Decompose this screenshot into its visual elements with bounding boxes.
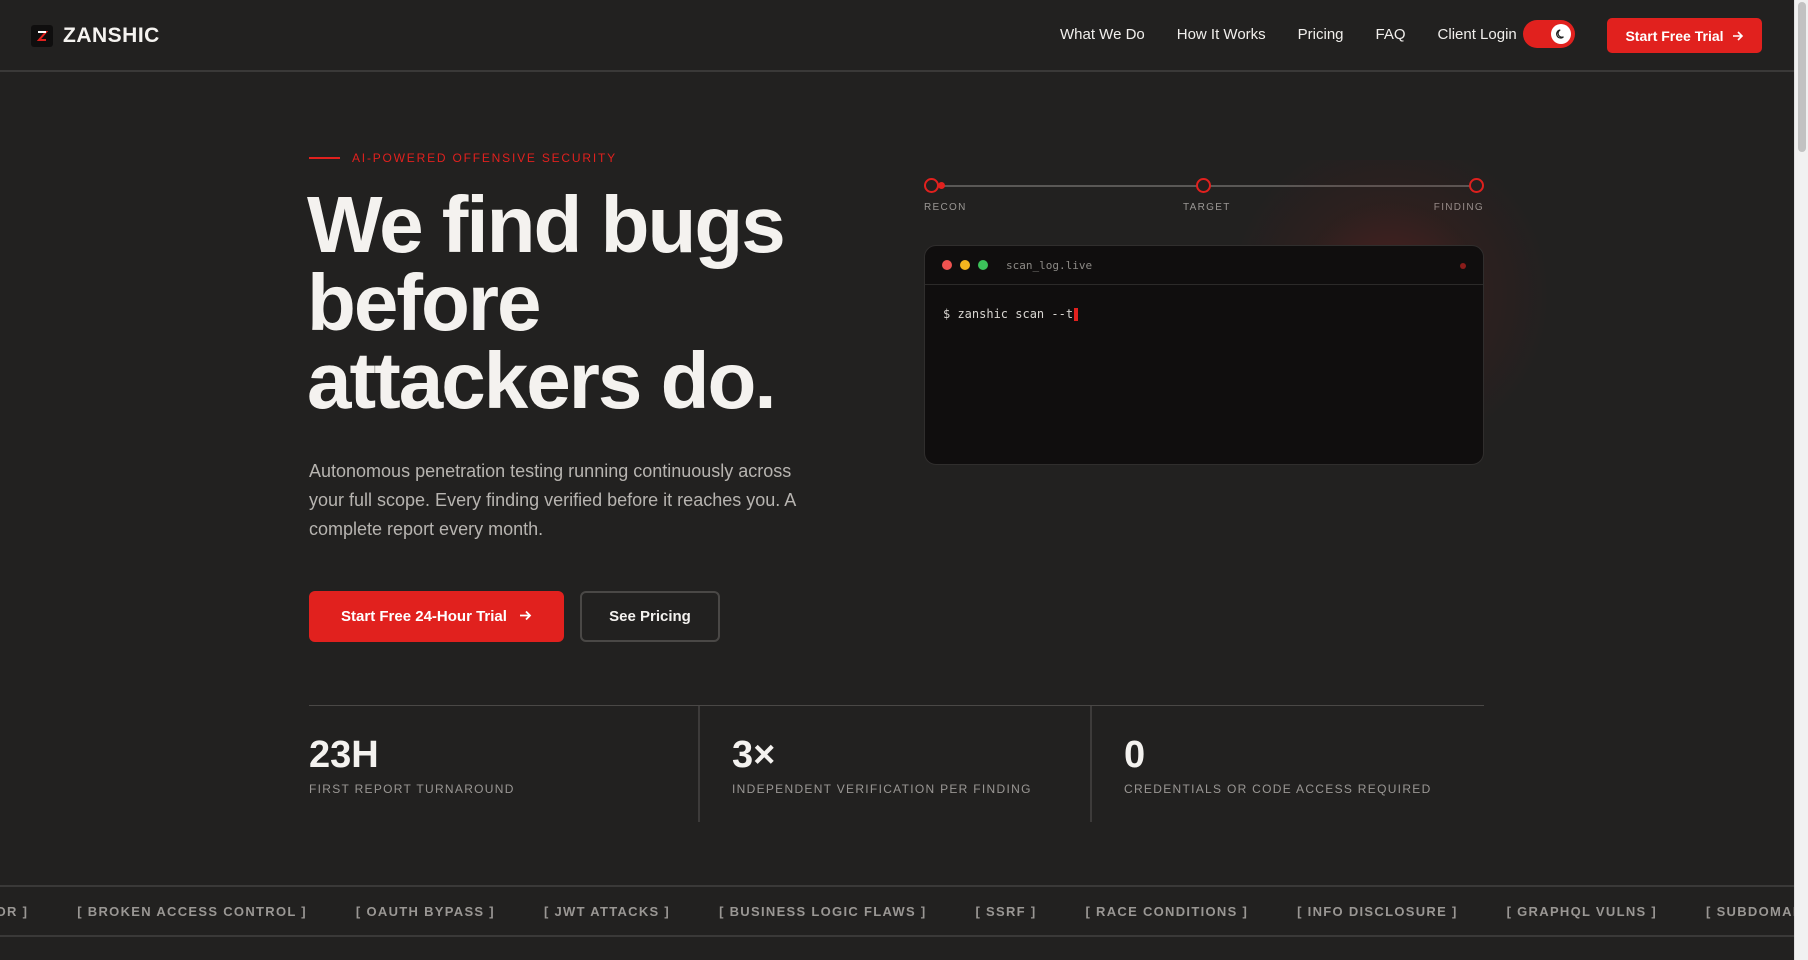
- brand-name: ZANSHIC: [63, 24, 160, 47]
- eyebrow-text: AI-POWERED OFFENSIVE SECURITY: [352, 151, 617, 165]
- marquee-item: [ INFO DISCLOSURE ]: [1297, 903, 1458, 919]
- minimize-dot-icon: [960, 260, 970, 270]
- stat-value: 23H: [309, 734, 379, 776]
- top-navbar: ZANSHIC What We Do How It Works Pricing …: [0, 0, 1794, 72]
- nav-link-what-we-do[interactable]: What We Do: [1060, 26, 1145, 43]
- marquee-item: IDOR ]: [0, 903, 29, 919]
- stat-value: 0: [1124, 734, 1146, 776]
- arrow-right-icon: [1732, 28, 1744, 44]
- close-dot-icon: [942, 260, 952, 270]
- marquee-item: [ GRAPHQL VULNS ]: [1506, 903, 1658, 919]
- marquee-item: [ OAUTH BYPASS ]: [355, 903, 495, 919]
- terminal-window: scan_log.live $ zanshic scan --t: [924, 245, 1484, 465]
- see-pricing-button[interactable]: See Pricing: [580, 591, 720, 642]
- logo-mark-icon: [31, 25, 53, 47]
- scrollbar-thumb[interactable]: [1798, 2, 1806, 152]
- marquee-track: IDOR ] [ BROKEN ACCESS CONTROL ] [ OAUTH…: [0, 887, 1794, 935]
- headline-line-2: before: [307, 258, 542, 347]
- cursor-icon: [1074, 307, 1079, 321]
- theme-toggle[interactable]: [1523, 20, 1575, 48]
- page-scrollbar[interactable]: [1794, 0, 1808, 960]
- timeline-label-finding: FINDING: [1433, 202, 1484, 213]
- terminal-header: scan_log.live: [925, 246, 1483, 285]
- nav-links: What We Do How It Works Pricing FAQ Clie…: [1060, 26, 1517, 43]
- marquee-item: [ BROKEN ACCESS CONTROL ]: [77, 903, 307, 919]
- stat-label: INDEPENDENT VERIFICATION PER FINDING: [732, 782, 1032, 796]
- nav-link-faq[interactable]: FAQ: [1376, 26, 1406, 43]
- marquee-item: [ BUSINESS LOGIC FLAWS ]: [719, 903, 927, 919]
- nav-link-pricing[interactable]: Pricing: [1298, 26, 1344, 43]
- headline-line-1: We find bugs: [307, 180, 786, 269]
- terminal-title: scan_log.live: [1006, 258, 1093, 272]
- start-free-trial-label: Start Free Trial: [1625, 27, 1724, 44]
- stat-label: FIRST REPORT TURNAROUND: [309, 782, 515, 796]
- hero-headline: We find bugs before attackers do.: [307, 180, 867, 425]
- marquee-item: [ JWT ATTACKS ]: [543, 903, 671, 919]
- eyebrow-line: [309, 157, 340, 159]
- timeline-label-recon: RECON: [924, 202, 967, 213]
- brand-logo[interactable]: ZANSHIC: [31, 24, 160, 48]
- terminal-body: $ zanshic scan --t: [925, 285, 1483, 343]
- stat-divider: [1090, 706, 1092, 822]
- headline-line-3: attackers do.: [307, 336, 777, 425]
- stat-label: CREDENTIALS OR CODE ACCESS REQUIRED: [1124, 782, 1432, 796]
- timeline-node-target: [1196, 178, 1211, 193]
- terminal-command: $ zanshic scan --t: [943, 307, 1074, 321]
- timeline-node-recon: [924, 178, 939, 193]
- timeline-progress-dot: [938, 182, 945, 189]
- start-24h-trial-label: Start Free 24-Hour Trial: [341, 608, 507, 625]
- marquee-item: [ RACE CONDITIONS ]: [1085, 903, 1249, 919]
- stat-value: 3×: [732, 734, 776, 776]
- nav-link-how-it-works[interactable]: How It Works: [1177, 26, 1266, 43]
- marquee-item: [ SSRF ]: [975, 903, 1037, 919]
- stat-divider: [698, 706, 700, 822]
- arrow-right-icon: [519, 608, 532, 625]
- scan-timeline: RECON TARGET FINDING: [924, 178, 1484, 218]
- live-indicator-icon: [1460, 263, 1466, 269]
- hero-subtext: Autonomous penetration testing running c…: [309, 461, 796, 539]
- start-free-trial-button[interactable]: Start Free Trial: [1607, 18, 1762, 53]
- timeline-label-target: TARGET: [1183, 202, 1231, 213]
- stats-row: 23H FIRST REPORT TURNAROUND 3× INDEPENDE…: [309, 705, 1484, 822]
- start-24h-trial-button[interactable]: Start Free 24-Hour Trial: [309, 591, 564, 642]
- nav-link-client-login[interactable]: Client Login: [1438, 26, 1517, 43]
- timeline-node-finding: [1469, 178, 1484, 193]
- vulnerability-marquee: IDOR ] [ BROKEN ACCESS CONTROL ] [ OAUTH…: [0, 885, 1794, 937]
- moon-icon: [1551, 24, 1571, 44]
- hero-eyebrow: AI-POWERED OFFENSIVE SECURITY: [309, 151, 617, 165]
- maximize-dot-icon: [978, 260, 988, 270]
- marquee-item: [ SUBDOMAIN TAKEOVER ]: [1706, 903, 1794, 919]
